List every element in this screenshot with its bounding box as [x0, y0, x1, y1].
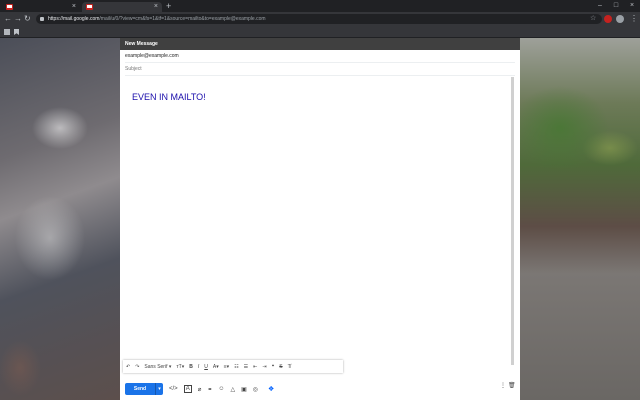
formatting-toolbar: ↶ ↷ Sans Serif ▾ тT▾ B I U A▾ ≡▾ ☷ ☰ ⇤ ⇥…: [123, 360, 343, 373]
gmail-icon: [86, 4, 93, 10]
lock-icon: [40, 17, 44, 21]
browser-toolbar: ← → ↻ https://mail.google.com/mail/u/0/?…: [0, 12, 640, 26]
minimize-button[interactable]: –: [592, 0, 608, 12]
clear-formatting-icon[interactable]: T̸: [288, 364, 291, 370]
send-toolbar: Send ▾ </> A ⌀ ⚭ ☺ △ ▣ ◎ ❖: [120, 380, 520, 398]
numbered-list-icon[interactable]: ☷: [234, 364, 238, 370]
compose-title: New Message: [120, 38, 520, 50]
underline-icon[interactable]: U: [204, 364, 208, 370]
back-button[interactable]: ←: [4, 12, 12, 26]
code-icon[interactable]: </>: [169, 386, 178, 392]
address-bar[interactable]: https://mail.google.com/mail/u/0/?view=c…: [36, 14, 602, 24]
dropbox-icon[interactable]: ❖: [268, 385, 274, 393]
to-field[interactable]: example@example.com: [125, 50, 515, 63]
attach-icon[interactable]: ⌀: [198, 386, 202, 393]
profile-avatar[interactable]: [616, 15, 624, 23]
quote-icon[interactable]: ❝: [272, 364, 275, 370]
redo-icon[interactable]: ↷: [135, 364, 139, 370]
confidential-mode-icon[interactable]: ◎: [253, 386, 258, 393]
url-path: /mail/u/0/?view=cm&fs=1&tf=1&source=mail…: [99, 16, 266, 22]
undo-icon[interactable]: ↶: [126, 364, 130, 370]
font-select-value: Sans Serif: [144, 363, 168, 370]
subject-field[interactable]: Subject: [125, 63, 515, 76]
new-tab-button[interactable]: +: [166, 1, 171, 11]
maximize-button[interactable]: □: [608, 0, 624, 12]
bold-icon[interactable]: B: [189, 364, 193, 370]
scrollbar[interactable]: [511, 77, 514, 365]
browser-tab-active[interactable]: ×: [82, 2, 162, 12]
window-controls: – □ ×: [592, 0, 640, 12]
bulleted-list-icon[interactable]: ☰: [244, 364, 248, 370]
align-icon[interactable]: ≡▾: [224, 364, 229, 370]
trash-icon[interactable]: 🗑: [508, 382, 516, 389]
reload-button[interactable]: ↻: [24, 12, 31, 26]
send-options-button[interactable]: ▾: [155, 383, 163, 395]
font-select[interactable]: Sans Serif ▾: [144, 364, 171, 370]
photo-icon[interactable]: ▣: [241, 386, 247, 393]
font-size-icon[interactable]: тT▾: [176, 364, 184, 370]
drive-icon[interactable]: △: [231, 386, 236, 393]
bookmarks-bar: [0, 26, 640, 38]
url-text: https://mail.google.com/mail/u/0/?view=c…: [48, 16, 266, 22]
bookmark-star-icon[interactable]: ☆: [590, 14, 596, 24]
message-body[interactable]: EVEN IN MAILTO!: [132, 92, 206, 102]
tab-close-icon[interactable]: ×: [154, 2, 158, 12]
indent-less-icon[interactable]: ⇤: [253, 364, 257, 370]
more-options-icon[interactable]: ⋮: [500, 382, 506, 389]
chevron-down-icon: ▾: [168, 363, 172, 370]
send-button[interactable]: Send: [125, 383, 155, 395]
indent-more-icon[interactable]: ⇥: [262, 364, 266, 370]
close-window-button[interactable]: ×: [624, 0, 640, 12]
url-host: https://mail.google.com: [48, 16, 100, 22]
link-icon[interactable]: ⚭: [207, 386, 212, 393]
background-image-right: [520, 38, 640, 400]
background-image-left: [0, 38, 120, 400]
tab-strip: × × + – □ ×: [0, 0, 640, 12]
italic-icon[interactable]: I: [198, 364, 199, 370]
tab-close-icon[interactable]: ×: [72, 2, 76, 12]
gmail-icon: [6, 4, 13, 10]
apps-icon[interactable]: [4, 29, 10, 35]
bookmark-icon[interactable]: [14, 29, 19, 35]
compose-window: New Message example@example.com Subject …: [120, 38, 520, 400]
text-color-icon[interactable]: A▾: [213, 364, 219, 370]
browser-menu-icon[interactable]: ⋮: [630, 12, 638, 26]
browser-tab[interactable]: ×: [2, 2, 80, 12]
extension-icon[interactable]: [604, 15, 612, 23]
strikethrough-icon[interactable]: S: [279, 364, 282, 370]
formatting-options-icon[interactable]: A: [183, 385, 192, 393]
forward-button[interactable]: →: [14, 12, 22, 26]
emoji-icon[interactable]: ☺: [218, 386, 224, 392]
